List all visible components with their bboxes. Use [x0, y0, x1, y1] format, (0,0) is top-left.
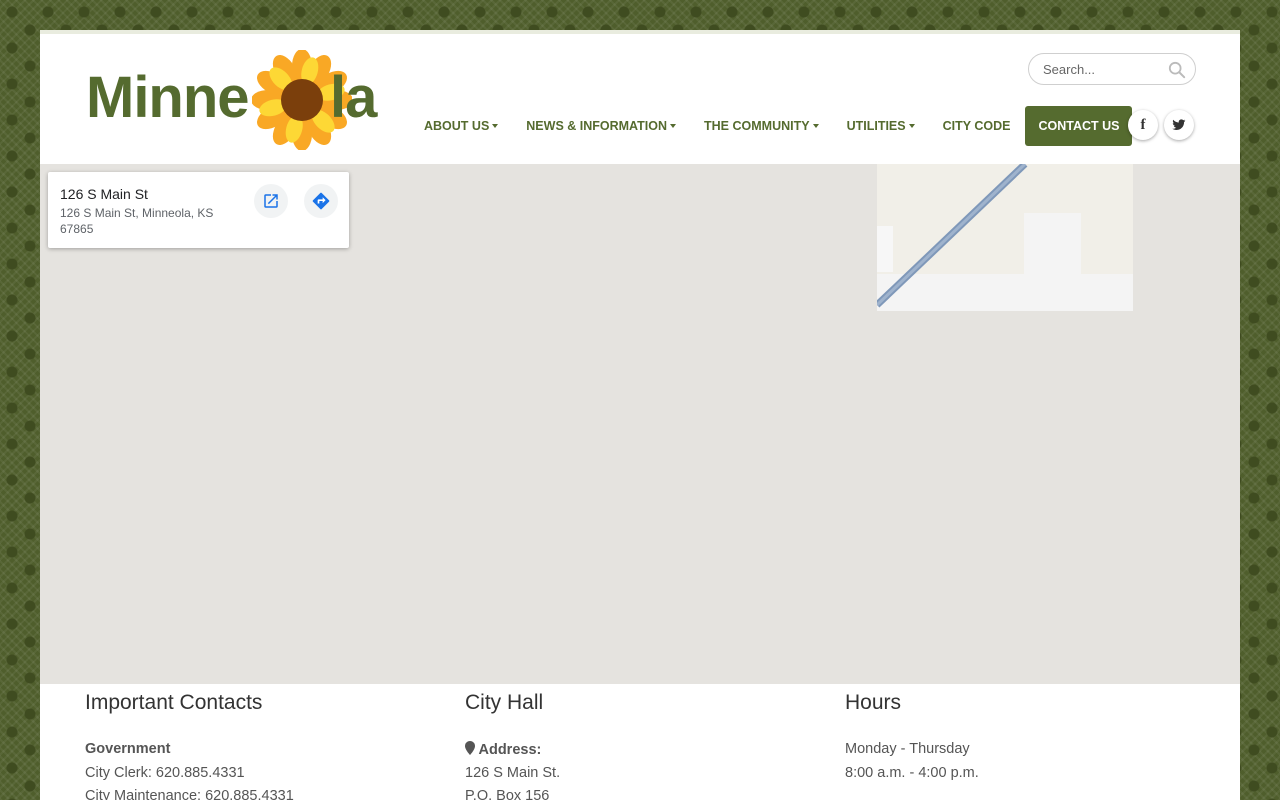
- embedded-map[interactable]: 126 S Main St 126 S Main St, Minneola, K…: [40, 164, 1240, 684]
- nav-news-information[interactable]: NEWS & INFORMATION: [526, 119, 677, 133]
- place-address: 126 S Main St, Minneola, KS 67865: [60, 206, 214, 236]
- search-box[interactable]: [1028, 53, 1196, 85]
- map-tile: [877, 164, 1133, 311]
- nav-about-us[interactable]: ABOUT US: [424, 119, 499, 133]
- address-label: Address:: [478, 742, 542, 758]
- caret-down-icon: [492, 124, 499, 128]
- street-address: 126 S Main St.: [465, 765, 561, 781]
- city-hall-title: City Hall: [465, 691, 544, 714]
- important-contacts-title: Important Contacts: [85, 691, 263, 714]
- city-clerk-phone[interactable]: City Clerk: 620.885.4331: [85, 765, 245, 781]
- map-place-card: 126 S Main St 126 S Main St, Minneola, K…: [48, 172, 349, 248]
- facebook-icon: f: [1140, 116, 1146, 133]
- directions-button[interactable]: [304, 184, 338, 218]
- caret-down-icon: [670, 124, 677, 128]
- search-input[interactable]: [1041, 61, 1170, 78]
- site-footer: Important Contacts Government City Clerk…: [40, 684, 1240, 800]
- open-in-new-icon: [264, 194, 278, 208]
- nav-city-code-label: CITY CODE: [942, 119, 1011, 133]
- logo-text: Minne: [86, 65, 250, 130]
- hours-days: Monday - Thursday: [845, 741, 970, 757]
- place-name: 126 S Main St: [60, 186, 148, 202]
- po-box: P.O. Box 156: [465, 788, 550, 800]
- facebook-button[interactable]: f: [1128, 110, 1158, 140]
- government-heading: Government: [85, 741, 171, 757]
- nav-city-code[interactable]: CITY CODE: [943, 119, 1011, 133]
- logo-text-tail: la: [330, 65, 377, 130]
- contact-us-button[interactable]: CONTACT US: [1025, 106, 1133, 146]
- search-icon[interactable]: [1168, 61, 1186, 79]
- main-nav: ABOUT US NEWS & INFORMATION THE COMMUNIT…: [424, 106, 1133, 146]
- hours-title: Hours: [845, 691, 902, 714]
- twitter-bird-icon: [1172, 119, 1186, 130]
- twitter-button[interactable]: [1164, 110, 1194, 140]
- caret-down-icon: [908, 124, 915, 128]
- address-heading: Address:: [465, 741, 541, 758]
- nav-the-community[interactable]: THE COMMUNITY: [704, 119, 819, 133]
- nav-utilities[interactable]: UTILITIES: [847, 119, 915, 133]
- nav-news-information-label: NEWS & INFORMATION: [526, 119, 668, 133]
- open-in-maps-button[interactable]: [254, 184, 288, 218]
- caret-down-icon: [812, 124, 819, 128]
- hours-times: 8:00 a.m. - 4:00 p.m.: [845, 765, 979, 781]
- map-marker-icon: [465, 741, 475, 755]
- nav-the-community-label: THE COMMUNITY: [704, 119, 810, 133]
- page-container: Minne la Search... ABOUT US NEWS & INFOR…: [40, 30, 1240, 800]
- site-header: Minne la Search... ABOUT US NEWS & INFOR…: [40, 34, 1240, 164]
- city-maintenance-phone[interactable]: City Maintenance: 620.885.4331: [85, 788, 294, 800]
- nav-about-us-label: ABOUT US: [424, 119, 490, 133]
- site-logo[interactable]: Minne la: [86, 50, 377, 150]
- nav-utilities-label: UTILITIES: [846, 119, 906, 133]
- directions-icon: [312, 192, 330, 210]
